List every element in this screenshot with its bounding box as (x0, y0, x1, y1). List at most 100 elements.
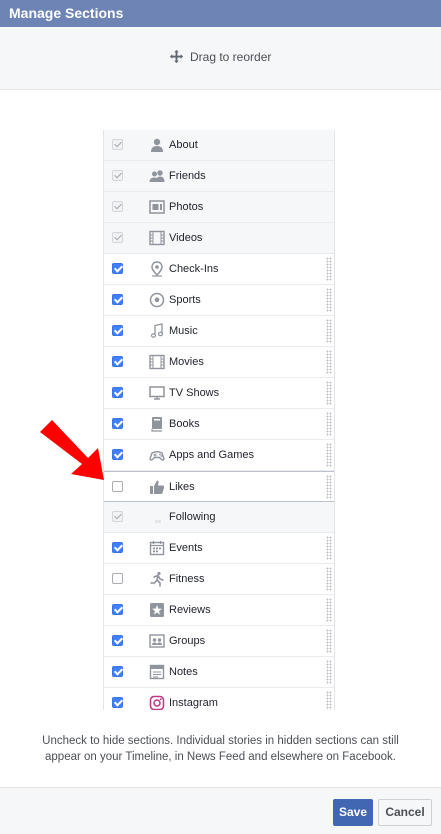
section-row-videos: Videos (104, 223, 334, 254)
footnote-line-1: Uncheck to hide sections. Individual sto… (42, 735, 399, 747)
tv-icon (149, 385, 165, 401)
section-label: Music (169, 325, 198, 337)
drag-handle[interactable] (326, 350, 332, 374)
photos-icon (149, 199, 165, 215)
move-icon (169, 49, 184, 64)
section-checkbox[interactable] (112, 356, 123, 367)
section-label: Events (169, 542, 203, 554)
section-row-about: About (104, 130, 334, 161)
cancel-button[interactable]: Cancel (378, 799, 432, 826)
save-button[interactable]: Save (333, 799, 373, 826)
section-checkbox[interactable] (112, 481, 123, 492)
drag-handle[interactable] (326, 660, 332, 684)
section-checkbox[interactable] (112, 635, 123, 646)
footnote-line-2: appear on your Timeline, in News Feed an… (45, 751, 396, 763)
book-icon (149, 416, 165, 432)
drag-handle[interactable] (326, 629, 332, 653)
drag-handle[interactable] (326, 288, 332, 312)
drag-hint-label: Drag to reorder (190, 49, 272, 64)
section-label: Groups (169, 635, 206, 647)
section-row-movies[interactable]: Movies (104, 347, 334, 378)
groups-icon (149, 633, 165, 649)
running-person-icon (149, 571, 165, 587)
section-row-fitness[interactable]: Fitness (104, 564, 334, 595)
section-label: Notes (169, 666, 198, 678)
section-label: About (169, 139, 198, 151)
calendar-icon (149, 540, 165, 556)
drag-hint: Drag to reorder (169, 49, 271, 64)
section-label: Movies (169, 356, 204, 368)
thumbs-up-icon (149, 479, 165, 495)
section-checkbox (112, 201, 123, 212)
notes-icon (149, 664, 165, 680)
section-label: Videos (169, 232, 203, 244)
section-row-music[interactable]: Music (104, 316, 334, 347)
section-checkbox (112, 139, 123, 150)
section-checkbox[interactable] (112, 294, 123, 305)
section-checkbox[interactable] (112, 387, 123, 398)
soccer-ball-icon (149, 292, 165, 308)
drag-handle[interactable] (326, 691, 332, 710)
drag-handle[interactable] (326, 257, 332, 281)
section-row-sports[interactable]: Sports (104, 285, 334, 316)
section-checkbox (112, 511, 123, 522)
section-checkbox[interactable] (112, 263, 123, 274)
section-checkbox[interactable] (112, 666, 123, 677)
drag-hint-bar: Drag to reorder (0, 27, 441, 90)
section-label: Photos (169, 201, 204, 213)
section-row-following: Following (104, 502, 334, 533)
section-label: Check-Ins (169, 263, 219, 275)
film-icon (149, 230, 165, 246)
music-note-icon (149, 323, 165, 339)
following-icon (149, 509, 165, 525)
drag-handle[interactable] (326, 381, 332, 405)
footnote: Uncheck to hide sections. Individual sto… (0, 733, 441, 765)
section-checkbox[interactable] (112, 449, 123, 460)
section-row-reviews[interactable]: Reviews (104, 595, 334, 626)
section-label: Following (169, 511, 216, 523)
instagram-icon (149, 695, 165, 710)
section-checkbox[interactable] (112, 604, 123, 615)
star-icon (149, 602, 165, 618)
dialog-title: Manage Sections (0, 0, 441, 27)
drag-handle[interactable] (326, 567, 332, 591)
game-controller-icon (149, 447, 165, 463)
section-label: Instagram (169, 697, 218, 709)
film-icon (149, 354, 165, 370)
section-row-instagram[interactable]: Instagram (104, 688, 334, 710)
section-label: TV Shows (169, 387, 220, 399)
drag-handle[interactable] (326, 598, 332, 622)
section-row-check-ins[interactable]: Check-Ins (104, 254, 334, 285)
section-checkbox[interactable] (112, 573, 123, 584)
map-pin-icon (149, 261, 165, 277)
section-row-groups[interactable]: Groups (104, 626, 334, 657)
red-arrow-annotation (40, 420, 104, 480)
drag-handle[interactable] (326, 319, 332, 343)
section-checkbox[interactable] (112, 418, 123, 429)
section-checkbox[interactable] (112, 542, 123, 553)
dialog-footer: Save Cancel (0, 787, 441, 834)
drag-handle[interactable] (326, 475, 332, 499)
section-row-events[interactable]: Events (104, 533, 334, 564)
section-row-likes[interactable]: Likes (104, 471, 334, 502)
section-label: Likes (169, 481, 195, 493)
person-icon (149, 137, 165, 153)
section-label: Sports (169, 294, 201, 306)
section-list: About Friends Photos Videos Check-Ins Sports M… (103, 130, 335, 710)
section-row-books[interactable]: Books (104, 409, 334, 440)
section-row-photos: Photos (104, 192, 334, 223)
section-label: Fitness (169, 573, 205, 585)
section-checkbox[interactable] (112, 697, 123, 708)
section-label: Reviews (169, 604, 211, 616)
section-checkbox (112, 170, 123, 181)
section-row-notes[interactable]: Notes (104, 657, 334, 688)
section-row-apps-and-games[interactable]: Apps and Games (104, 440, 334, 471)
drag-handle[interactable] (326, 536, 332, 560)
section-checkbox (112, 232, 123, 243)
drag-handle[interactable] (326, 443, 332, 467)
section-label: Apps and Games (169, 449, 254, 461)
section-row-friends: Friends (104, 161, 334, 192)
section-row-tv-shows[interactable]: TV Shows (104, 378, 334, 409)
section-checkbox[interactable] (112, 325, 123, 336)
drag-handle[interactable] (326, 412, 332, 436)
